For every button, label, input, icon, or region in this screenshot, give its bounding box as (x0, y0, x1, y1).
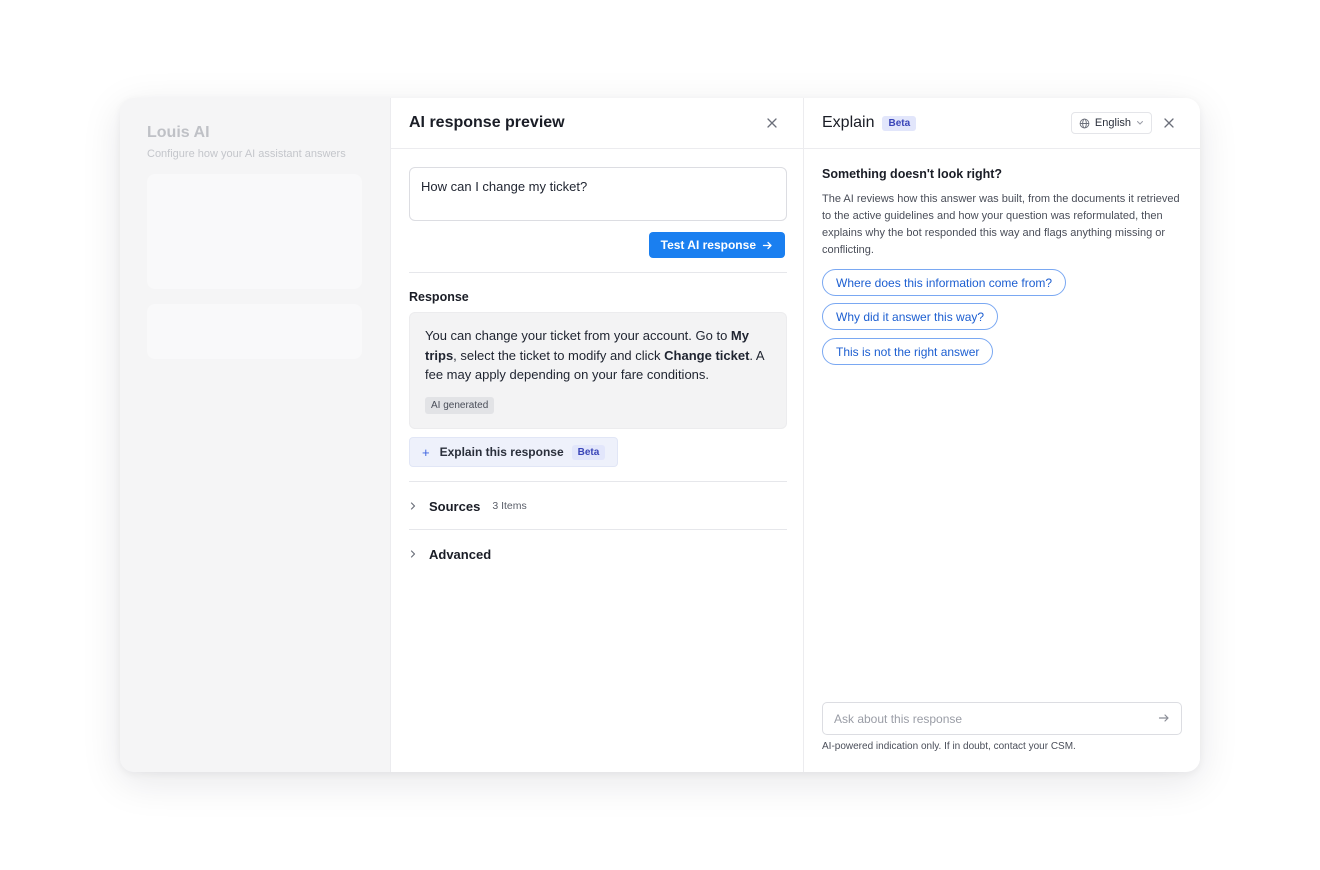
test-ai-response-label: Test AI response (660, 238, 756, 252)
disclaimer-text: AI-powered indication only. If in doubt,… (822, 741, 1076, 752)
explain-panel: Explain Beta English Something doesn't l… (804, 98, 1200, 772)
response-text-segment: You can change your ticket from your acc… (425, 328, 731, 343)
beta-badge: Beta (882, 115, 917, 131)
ai-response-preview-panel: AI response preview How can I change my … (390, 98, 804, 772)
divider (409, 529, 787, 530)
language-select[interactable]: English (1070, 112, 1152, 134)
sources-section-toggle[interactable]: Sources 3 Items (409, 494, 787, 518)
explain-this-response-button[interactable]: + Explain this response Beta (409, 437, 619, 467)
background-app-title: Louis AI (147, 124, 210, 141)
send-button[interactable] (1156, 710, 1172, 726)
modal-window: Louis AI Configure how your AI assistant… (120, 98, 1200, 772)
response-text-segment: , select the ticket to modify and click (453, 347, 665, 363)
globe-icon (1079, 118, 1090, 128)
response-card: You can change your ticket from your acc… (409, 312, 787, 429)
explain-this-response-label: Explain this response (439, 445, 564, 459)
close-preview-button[interactable] (762, 113, 782, 133)
divider (409, 272, 787, 273)
advanced-section-toggle[interactable]: Advanced (409, 542, 787, 566)
explain-title: Explain Beta (822, 114, 917, 132)
background-card (147, 304, 362, 359)
sources-count: 3 Items (492, 500, 527, 512)
advanced-label: Advanced (429, 546, 492, 562)
send-icon (1158, 714, 1169, 722)
chevron-down-icon (1137, 121, 1143, 125)
preview-header: AI response preview (391, 98, 803, 149)
explain-header: Explain Beta English (804, 98, 1200, 149)
plus-icon: + (422, 444, 430, 460)
close-icon (767, 118, 777, 128)
background-card (147, 174, 362, 289)
chevron-right-icon (409, 549, 423, 559)
question-input[interactable]: How can I change my ticket? (409, 167, 787, 221)
explain-heading: Something doesn't look right? (822, 167, 1003, 181)
background-app: Louis AI Configure how your AI assistant… (120, 98, 390, 772)
arrow-right-icon (762, 241, 772, 249)
explain-description: The AI reviews how this answer was built… (822, 193, 1180, 256)
language-label: English (1094, 117, 1131, 129)
response-label: Response (409, 290, 469, 304)
close-explain-button[interactable] (1159, 113, 1179, 133)
response-text-emphasis: Change ticket (664, 347, 750, 363)
explain-title-text: Explain (822, 114, 875, 131)
sources-label: Sources (429, 498, 481, 514)
test-ai-response-button[interactable]: Test AI response (648, 232, 785, 258)
suggestion-chip[interactable]: Why did it answer this way? (822, 303, 999, 330)
preview-title: AI response preview (409, 114, 565, 131)
divider (409, 481, 787, 482)
suggestion-chip[interactable]: This is not the right answer (822, 338, 994, 365)
close-icon (1164, 118, 1174, 128)
background-app-subtitle: Configure how your AI assistant answers (147, 148, 346, 160)
ask-input[interactable] (822, 702, 1182, 735)
ai-generated-tag: AI generated (425, 396, 495, 414)
suggestion-chip[interactable]: Where does this information come from? (822, 269, 1067, 296)
response-text: You can change your ticket from your acc… (425, 326, 771, 385)
chevron-right-icon (409, 501, 423, 511)
beta-badge: Beta (571, 444, 606, 460)
